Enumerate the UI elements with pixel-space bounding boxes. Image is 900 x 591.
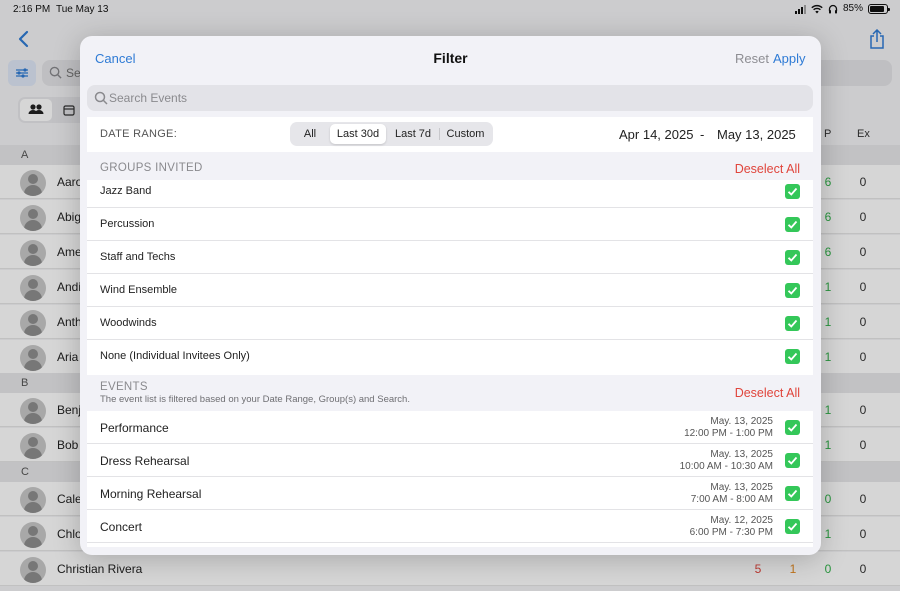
events-header-subtitle: The event list is filtered based on your… [100, 394, 410, 405]
event-date: May. 13, 2025 [710, 482, 773, 493]
event-date: May. 12, 2025 [710, 515, 773, 526]
group-row[interactable]: Staff and Techs [87, 241, 813, 274]
date-range-segmented-control[interactable]: All Last 30d Last 7d Custom [290, 122, 493, 146]
event-time: 7:00 AM - 8:00 AM [690, 494, 773, 505]
event-row[interactable]: Morning Rehearsal May. 13, 2025 7:00 AM … [87, 477, 813, 510]
group-label: Jazz Band [100, 185, 152, 197]
event-label: Morning Rehearsal [100, 487, 202, 501]
group-row[interactable]: Jazz Band [87, 180, 813, 208]
checkmark-icon [787, 253, 798, 262]
group-row[interactable]: Wind Ensemble [87, 274, 813, 307]
group-row[interactable]: None (Individual Invitees Only) [87, 340, 813, 373]
segment-custom[interactable]: Custom [440, 124, 491, 144]
group-checkbox[interactable] [785, 349, 800, 364]
group-checkbox[interactable] [785, 316, 800, 331]
event-time: 10:00 AM - 10:30 AM [679, 461, 773, 472]
checkmark-icon [787, 489, 798, 498]
event-search-field[interactable] [87, 85, 813, 111]
groups-section-header: GROUPS INVITED Deselect All [87, 162, 813, 182]
event-date: May. 13, 2025 [710, 449, 773, 460]
checkmark-icon [787, 352, 798, 361]
group-label: Woodwinds [100, 317, 157, 329]
group-row[interactable]: Percussion [87, 208, 813, 241]
segment-last-30d[interactable]: Last 30d [330, 124, 386, 144]
event-row[interactable]: Concert May. 12, 2025 6:00 PM - 7:30 PM [87, 510, 813, 543]
reset-button[interactable]: Reset [735, 51, 769, 66]
filter-modal: Cancel Filter Reset Apply DATE RANGE: Al… [80, 36, 821, 555]
events-list: Performance May. 13, 2025 12:00 PM - 1:0… [87, 411, 813, 547]
event-checkbox[interactable] [785, 453, 800, 468]
group-label: Percussion [100, 218, 155, 230]
group-row[interactable]: Woodwinds [87, 307, 813, 340]
checkmark-icon [787, 220, 798, 229]
groups-deselect-all-button[interactable]: Deselect All [735, 162, 800, 176]
event-label: Performance [100, 421, 169, 435]
date-range-row: DATE RANGE: All Last 30d Last 7d Custom … [87, 117, 813, 152]
group-checkbox[interactable] [785, 283, 800, 298]
event-label: Concert [100, 520, 143, 534]
event-row[interactable]: Performance May. 13, 2025 12:00 PM - 1:0… [87, 411, 813, 444]
group-checkbox[interactable] [785, 217, 800, 232]
modal-title: Filter [433, 50, 468, 66]
events-deselect-all-button[interactable]: Deselect All [735, 386, 800, 400]
checkmark-icon [787, 522, 798, 531]
event-checkbox[interactable] [785, 420, 800, 435]
group-label: None (Individual Invitees Only) [100, 350, 250, 362]
apply-button[interactable]: Apply [773, 51, 806, 66]
event-time: 6:00 PM - 7:30 PM [689, 527, 773, 538]
start-date[interactable]: Apr 14, 2025 [619, 127, 693, 142]
date-range-label: DATE RANGE: [100, 128, 178, 140]
group-label: Wind Ensemble [100, 284, 178, 296]
events-section-header: EVENTS The event list is filtered based … [87, 381, 813, 411]
event-checkbox[interactable] [785, 486, 800, 501]
checkmark-icon [787, 286, 798, 295]
checkmark-icon [787, 187, 798, 196]
event-checkbox[interactable] [785, 519, 800, 534]
groups-list: Jazz Band Percussion Staff and Techs Win… [87, 180, 813, 375]
event-time: 12:00 PM - 1:00 PM [684, 428, 773, 439]
search-input[interactable] [109, 85, 799, 111]
end-date[interactable]: May 13, 2025 [717, 127, 796, 142]
event-date: May. 13, 2025 [710, 416, 773, 427]
event-row[interactable]: Dress Rehearsal May. 13, 2025 10:00 AM -… [87, 444, 813, 477]
segment-last-7d[interactable]: Last 7d [388, 124, 438, 144]
event-label: Dress Rehearsal [100, 454, 190, 468]
group-checkbox[interactable] [785, 184, 800, 199]
checkmark-icon [787, 423, 798, 432]
group-checkbox[interactable] [785, 250, 800, 265]
checkmark-icon [787, 456, 798, 465]
events-header-title: EVENTS [100, 381, 148, 393]
segment-all[interactable]: All [292, 124, 328, 144]
search-icon [94, 91, 108, 105]
date-separator: - [700, 127, 705, 142]
groups-header-title: GROUPS INVITED [100, 162, 203, 174]
group-label: Staff and Techs [100, 251, 176, 263]
checkmark-icon [787, 319, 798, 328]
